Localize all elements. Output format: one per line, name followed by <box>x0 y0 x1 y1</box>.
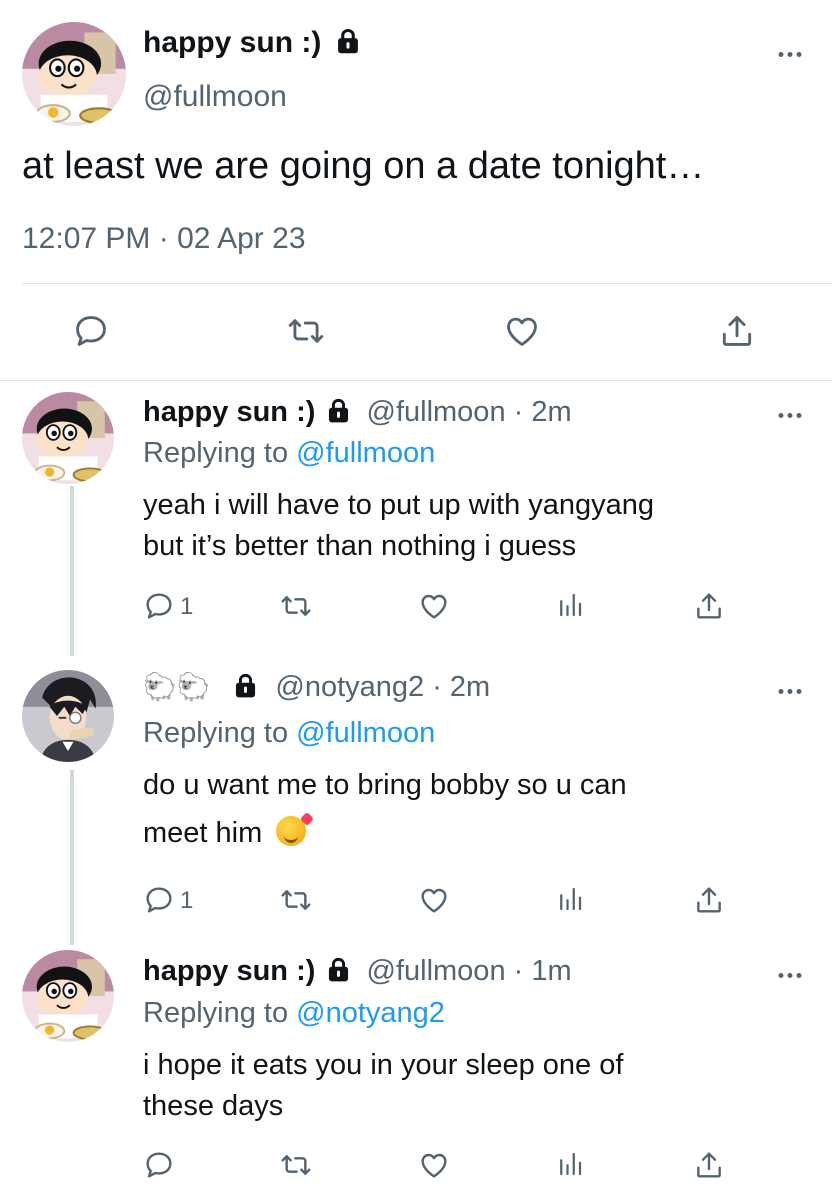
retweet-button[interactable] <box>287 312 325 350</box>
handle-time[interactable]: @notyang2 · 2m <box>275 671 490 703</box>
retweet-arrows-icon <box>280 1149 312 1181</box>
replying-label: Replying to <box>143 437 289 469</box>
reply-count: 1 <box>180 593 194 620</box>
replying-to: Replying to @fullmoon <box>143 717 435 750</box>
like-button[interactable] <box>418 1149 450 1181</box>
handle[interactable]: @fullmoon <box>143 80 287 114</box>
like-button[interactable] <box>418 590 450 622</box>
reply-header: happy sun :) @fullmoon · 2m <box>143 396 572 429</box>
retweet-arrows-icon <box>280 884 312 916</box>
heart-icon <box>418 1149 450 1181</box>
lock-icon <box>334 27 362 55</box>
reply-button[interactable] <box>143 590 175 622</box>
reply-text-line: these days <box>143 1090 284 1122</box>
smiling-face-with-hearts-icon <box>276 816 307 846</box>
share-arrow-icon <box>718 312 756 350</box>
speech-bubble-icon <box>143 1149 175 1181</box>
heart-icon <box>503 312 541 350</box>
lock-icon <box>232 672 259 699</box>
replying-label: Replying to <box>143 997 289 1029</box>
reply-text: meet him <box>143 817 263 849</box>
thread-line <box>70 770 74 945</box>
retweet-button[interactable] <box>280 884 312 916</box>
share-button[interactable] <box>693 1149 725 1181</box>
reply-header: happy sun :) @fullmoon · 1m <box>143 955 572 988</box>
retweet-button[interactable] <box>280 1149 312 1181</box>
retweet-arrows-icon <box>287 312 325 350</box>
bar-chart-icon <box>555 1149 585 1179</box>
avatar[interactable] <box>22 950 114 1042</box>
retweet-arrows-icon <box>280 590 312 622</box>
speech-bubble-icon <box>143 590 175 622</box>
timestamp[interactable]: 12:07 PM · 02 Apr 23 <box>22 222 306 256</box>
display-name[interactable]: 🐑🐑 <box>143 672 210 702</box>
mention-link[interactable]: @fullmoon <box>296 717 435 749</box>
display-name[interactable]: happy sun :) <box>143 26 362 60</box>
heart-icon <box>418 884 450 916</box>
more-options-icon[interactable] <box>776 407 804 425</box>
display-name[interactable]: happy sun :) <box>143 955 315 987</box>
share-arrow-icon <box>693 1149 725 1181</box>
reply-text-line: but it’s better than nothing i guess <box>143 530 577 562</box>
handle-time[interactable]: @fullmoon · 1m <box>367 955 572 987</box>
avatar[interactable] <box>22 22 126 126</box>
reply-text-line: yeah i will have to put up with yangyang <box>143 489 655 521</box>
more-options-icon[interactable] <box>776 683 804 701</box>
share-button[interactable] <box>693 590 725 622</box>
reply-button[interactable] <box>72 312 110 350</box>
like-button[interactable] <box>503 312 541 350</box>
more-options-icon[interactable] <box>776 967 804 985</box>
views-button[interactable] <box>555 590 585 620</box>
share-button[interactable] <box>693 884 725 916</box>
divider <box>0 380 832 381</box>
views-button[interactable] <box>555 884 585 914</box>
like-button[interactable] <box>418 884 450 916</box>
reply-button[interactable] <box>143 884 175 916</box>
avatar[interactable] <box>22 670 114 762</box>
reply-text-line-2: meet him <box>143 816 307 850</box>
replying-to: Replying to @fullmoon <box>143 437 435 470</box>
reply-count: 1 <box>180 887 194 914</box>
lock-icon <box>325 956 352 983</box>
divider <box>22 283 832 284</box>
share-arrow-icon <box>693 884 725 916</box>
heart-icon <box>418 590 450 622</box>
more-options-icon[interactable] <box>776 46 804 64</box>
replying-label: Replying to <box>143 717 289 749</box>
bar-chart-icon <box>555 884 585 914</box>
reply-button[interactable] <box>143 1149 175 1181</box>
tweet-text: at least we are going on a date tonight… <box>22 145 705 187</box>
handle-time[interactable]: @fullmoon · 2m <box>367 396 572 428</box>
speech-bubble-icon <box>72 312 110 350</box>
bar-chart-icon <box>555 590 585 620</box>
lock-icon <box>325 397 352 424</box>
reply-text-line: i hope it eats you in your sleep one of <box>143 1049 624 1081</box>
reply-header: 🐑🐑 @notyang2 · 2m <box>143 671 490 704</box>
avatar[interactable] <box>22 392 114 484</box>
mention-link[interactable]: @notyang2 <box>296 997 445 1029</box>
replying-to: Replying to @notyang2 <box>143 997 445 1030</box>
share-button[interactable] <box>718 312 756 350</box>
thread-line <box>70 486 74 656</box>
display-name[interactable]: happy sun :) <box>143 396 315 428</box>
views-button[interactable] <box>555 1149 585 1179</box>
mention-link[interactable]: @fullmoon <box>296 437 435 469</box>
display-name-text: happy sun :) <box>143 26 322 59</box>
retweet-button[interactable] <box>280 590 312 622</box>
share-arrow-icon <box>693 590 725 622</box>
reply-text-line: do u want me to bring bobby so u can <box>143 769 627 801</box>
speech-bubble-icon <box>143 884 175 916</box>
